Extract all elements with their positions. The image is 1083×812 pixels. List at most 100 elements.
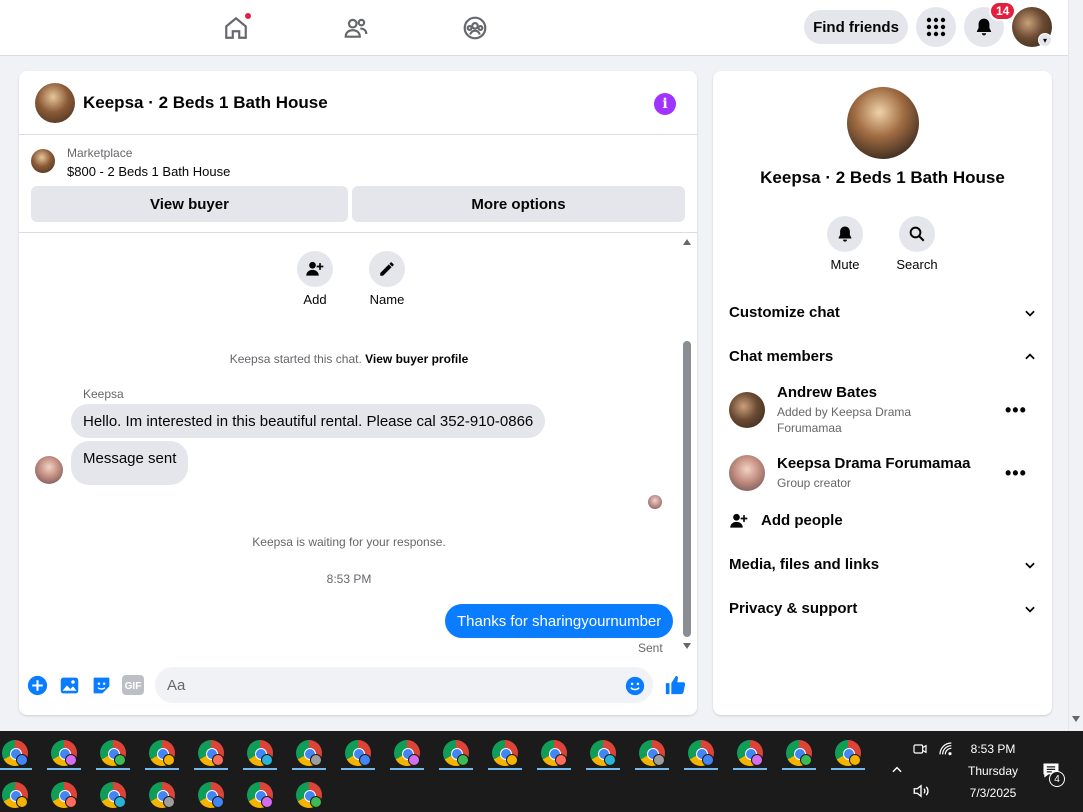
profile-badge-icon [653, 754, 665, 766]
taskbar-running-indicator [0, 768, 32, 770]
taskbar-running-indicator [488, 768, 522, 770]
waiting-notice: Keepsa is waiting for your response. [252, 535, 446, 549]
sticker-icon[interactable] [90, 674, 112, 696]
gif-icon[interactable]: GIF [122, 674, 144, 696]
chat-info-panel: Keepsa · 2 Beds 1 Bath House Mute Search… [713, 71, 1052, 715]
more-options-button[interactable]: More options [352, 186, 685, 222]
add-person-icon [730, 513, 748, 528]
privacy-support-section[interactable]: Privacy & support [729, 600, 1037, 620]
search-button[interactable] [899, 216, 935, 252]
plus-circle-icon[interactable] [26, 674, 48, 696]
listing-thumbnail[interactable] [35, 83, 75, 123]
message-input[interactable] [155, 667, 653, 703]
profile-badge-icon [702, 754, 714, 766]
mute-button[interactable] [827, 216, 863, 252]
read-receipt-avatar [648, 495, 662, 509]
chevron-down-icon [1025, 606, 1035, 613]
profile-badge-icon [604, 754, 616, 766]
member-name[interactable]: Keepsa Drama Forumamaa [777, 455, 970, 472]
taskbar-running-indicator [439, 768, 473, 770]
info-title: Keepsa · 2 Beds 1 Bath House [760, 168, 1005, 187]
meet-now-icon[interactable] [912, 741, 928, 762]
media-files-links-label: Media, files and links [729, 556, 880, 573]
chevron-up-icon [1025, 353, 1035, 360]
friends-icon[interactable] [338, 10, 374, 46]
taskbar-running-indicator [733, 768, 767, 770]
profile-badge-icon [212, 796, 224, 808]
view-buyer-profile-link[interactable]: View buyer profile [365, 352, 468, 366]
profile-badge-icon [849, 754, 861, 766]
chevron-down-icon [1025, 310, 1035, 317]
profile-badge-icon [310, 796, 322, 808]
divider [19, 232, 697, 233]
emoji-icon[interactable] [624, 675, 646, 697]
message-input-placeholder: Aa [167, 677, 186, 694]
sender-avatar[interactable] [35, 456, 63, 484]
chat-header: Keepsa · 2 Beds 1 Bath House i [19, 71, 697, 135]
profile-badge-icon [310, 754, 322, 766]
mute-label: Mute [830, 257, 860, 272]
wifi-icon[interactable] [938, 741, 954, 762]
find-friends-button[interactable]: Find friends [804, 10, 908, 44]
taskbar-running-indicator [292, 768, 326, 770]
incoming-message-bubble[interactable]: Message sent [71, 441, 189, 485]
action-center-count-badge: 4 [1049, 771, 1065, 787]
member-name[interactable]: Andrew Bates [777, 384, 877, 401]
chat-title[interactable]: Keepsa · 2 Beds 1 Bath House [83, 93, 328, 113]
taskbar-running-indicator [47, 768, 81, 770]
add-people-label: Add people [761, 512, 843, 529]
taskbar-running-indicator [635, 768, 669, 770]
member-avatar[interactable] [729, 455, 765, 491]
customize-chat-section[interactable]: Customize chat [729, 304, 1037, 324]
groups-icon[interactable] [457, 10, 493, 46]
taskbar-running-indicator [390, 768, 424, 770]
page-scrollbar[interactable] [1068, 0, 1083, 731]
profile-badge-icon [16, 796, 28, 808]
profile-badge-icon [555, 754, 567, 766]
member-avatar[interactable] [729, 392, 765, 428]
clock-day[interactable]: Thursday [962, 764, 1024, 778]
thumbs-up-icon[interactable] [664, 674, 686, 696]
taskbar-running-indicator [145, 768, 179, 770]
pencil-icon [380, 262, 394, 276]
taskbar-running-indicator [684, 768, 718, 770]
chat-members-section[interactable]: Chat members [729, 348, 1037, 368]
view-buyer-button[interactable]: View buyer [31, 186, 348, 222]
profile-badge-icon [65, 796, 77, 808]
chevron-up-icon[interactable] [890, 763, 904, 777]
speaker-icon[interactable] [912, 782, 930, 805]
profile-badge-icon [114, 796, 126, 808]
sent-status: Sent [638, 641, 663, 655]
more-dots-icon[interactable]: ••• [1005, 463, 1031, 483]
clock-date[interactable]: 7/3/2025 [962, 786, 1024, 800]
profile-badge-icon [212, 754, 224, 766]
home-icon[interactable] [218, 10, 254, 46]
chat-started-text: Keepsa started this chat. [229, 352, 362, 366]
profile-badge-icon [163, 796, 175, 808]
taskbar-running-indicator [537, 768, 571, 770]
clock-time[interactable]: 8:53 PM [968, 742, 1018, 756]
add-people-button[interactable]: Add people [729, 509, 929, 533]
listing-photo[interactable] [847, 87, 919, 159]
photo-icon[interactable] [58, 674, 80, 696]
chat-scrollbar-thumb[interactable] [683, 341, 691, 637]
info-icon[interactable]: i [654, 93, 676, 115]
profile-badge-icon [114, 754, 126, 766]
chevron-down-icon[interactable]: ▾ [1038, 33, 1052, 47]
taskbar-running-indicator [782, 768, 816, 770]
marketplace-label: Marketplace [67, 146, 133, 160]
add-member-button[interactable] [297, 251, 333, 287]
media-files-links-section[interactable]: Media, files and links [729, 556, 1037, 576]
incoming-message-bubble[interactable]: Hello. Im interested in this beautiful r… [71, 404, 546, 438]
name-chat-button[interactable] [369, 251, 405, 287]
add-person-icon [306, 261, 324, 276]
profile-badge-icon [800, 754, 812, 766]
chat-members-label: Chat members [729, 348, 834, 365]
more-dots-icon[interactable]: ••• [1005, 400, 1031, 420]
outgoing-message-bubble[interactable]: Thanks for sharingyournumber [445, 604, 674, 638]
customize-chat-label: Customize chat [729, 304, 840, 321]
chat-started-notice: Keepsa started this chat. View buyer pro… [19, 352, 679, 366]
profile-badge-icon [163, 754, 175, 766]
home-notification-dot [244, 12, 252, 20]
menu-grid-icon[interactable] [916, 7, 956, 47]
